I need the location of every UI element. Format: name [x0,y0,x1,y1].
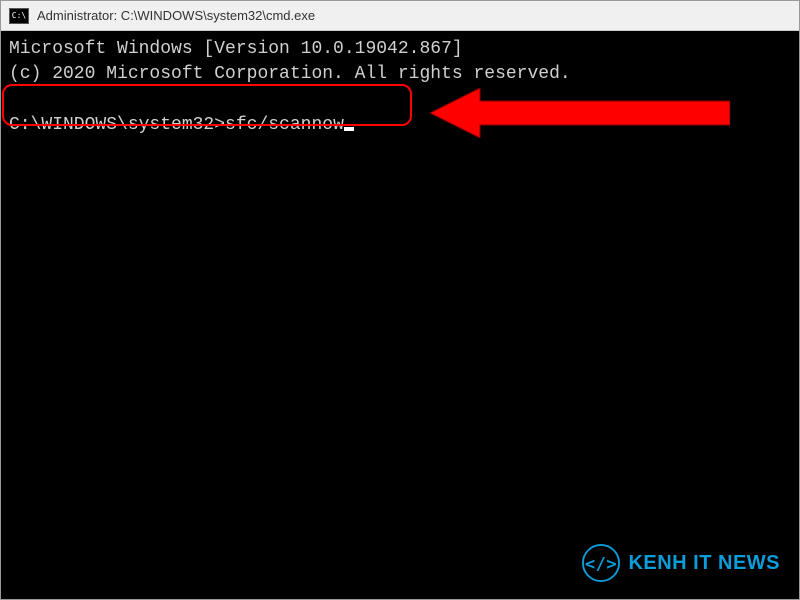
cmd-icon-text: C:\ [12,11,26,20]
watermark-logo-icon: </> [582,544,620,582]
watermark: </> KENH IT NEWS [582,544,780,582]
version-line: Microsoft Windows [Version 10.0.19042.86… [9,37,791,62]
prompt-text: C:\WINDOWS\system32> [9,115,225,135]
watermark-text: KENH IT NEWS [628,552,780,575]
prompt-line: C:\WINDOWS\system32>sfc/scannow [9,113,791,138]
blank-line [9,87,791,112]
cursor [344,127,354,131]
svg-text:</>: </> [585,555,617,575]
cmd-window: C:\ Administrator: C:\WINDOWS\system32\c… [0,0,800,600]
window-title: Administrator: C:\WINDOWS\system32\cmd.e… [37,8,315,23]
copyright-line: (c) 2020 Microsoft Corporation. All righ… [9,62,791,87]
terminal-area[interactable]: Microsoft Windows [Version 10.0.19042.86… [1,31,799,599]
titlebar[interactable]: C:\ Administrator: C:\WINDOWS\system32\c… [1,1,799,31]
cmd-icon: C:\ [9,8,29,24]
command-text: sfc/scannow [225,115,344,135]
